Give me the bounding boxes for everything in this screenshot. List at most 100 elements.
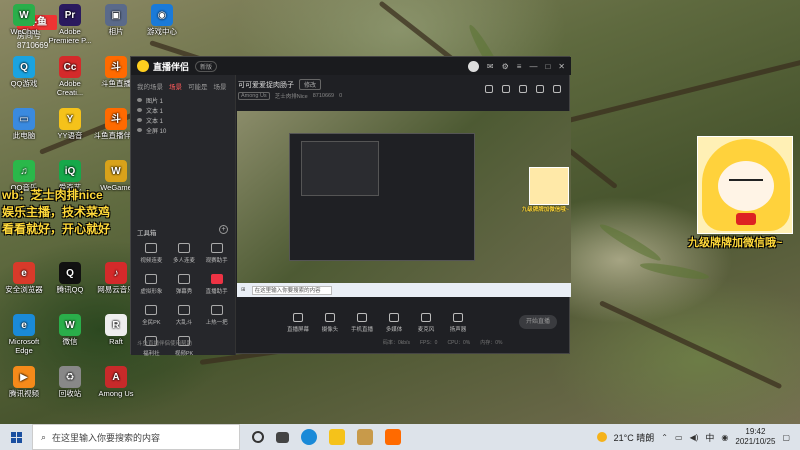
tool-item[interactable]: 大乱斗 [168,305,201,326]
desktop-icon-label: Among Us [98,389,134,398]
stat-item: CPU：0% [447,340,471,346]
desktop-icon[interactable]: W 微信 [46,314,94,346]
desktop-icon[interactable]: ♻ 回收站 [46,366,94,398]
desktop-icon[interactable]: ▶ 腾讯视频 [0,366,48,398]
control-button[interactable]: 多媒体 [383,313,405,333]
notification-icon[interactable]: ▢ [782,433,790,442]
header-icons [485,85,561,93]
desktop-icon[interactable]: ◉ 游戏中心 [138,4,186,36]
minimize-icon[interactable]: — [529,62,537,71]
app-icon: e [13,314,35,336]
tool-item[interactable]: 弹幕秀 [168,274,201,295]
tool-item[interactable]: 视频连麦 [135,243,168,264]
control-button[interactable]: 麦克风 [415,313,437,333]
streaming-app-window[interactable]: 直播伴侣 新版 ✉ ⚙ ≡ — □ ✕ 我的场景 场景 可能是 场景 图片 1 … [130,56,571,357]
yy-icon[interactable] [329,429,345,445]
eye-icon[interactable] [137,128,142,132]
layer-label: 图片 1 [146,98,164,105]
control-button[interactable]: 手机直播 [351,313,373,333]
desktop-icon[interactable]: A Among Us [92,366,140,398]
tool-icon [210,305,223,315]
app-icon: iQ [59,160,81,182]
desktop-icon[interactable]: ▭ 此电脑 [0,108,48,140]
share-icon[interactable] [553,85,561,93]
lock-icon[interactable] [519,85,527,93]
chevron-up-icon[interactable]: ⌃ [661,433,668,442]
layer-item[interactable]: 文本 1 [131,105,235,115]
layer-label: 文本 1 [146,118,164,125]
tool-item[interactable]: 观赛助手 [200,243,233,264]
cortana-icon[interactable] [252,431,264,443]
add-tool-icon[interactable]: + [219,225,228,234]
start-button[interactable] [0,424,32,450]
help-link[interactable]: 斗鱼直播伴侣使用帮助 [137,339,192,347]
ime-indicator[interactable]: 中 [705,431,714,444]
eye-icon[interactable] [137,118,142,122]
menu-icon[interactable]: ≡ [517,62,522,71]
tool-item[interactable]: 直播助手 [200,274,233,295]
tab-scene[interactable]: 场景 [169,81,182,91]
desktop-icon[interactable]: e 安全浏览器 [0,262,48,294]
app-name: 直播伴侣 [153,61,190,72]
room-title-bar: 可可爱爱捉肉肠子 修改 [238,79,322,90]
stream-preview[interactable]: 九级牌牌加微信哦~ ⊞ 在这里输入你要搜索的内容 [237,111,571,297]
close-icon[interactable]: ✕ [558,62,565,71]
overlay-weibo: wb：芝士肉排nice [2,188,103,202]
tool-item[interactable]: 全民PK [135,305,168,326]
eye-icon[interactable] [137,98,142,102]
category-tag[interactable]: Among Us [238,92,270,100]
settings-icon[interactable]: ⚙ [502,62,509,71]
desktop-icon[interactable]: W WeChat [0,4,48,36]
tool-item[interactable]: 上热一把 [200,305,233,326]
edge-icon[interactable] [301,429,317,445]
app-tray-icon[interactable]: ◉ [721,433,728,442]
app-icon: R [105,314,127,336]
weather-icon [596,432,607,442]
clock[interactable]: 19:42 2021/10/25 [735,427,775,447]
screenshot-icon[interactable] [502,85,510,93]
search-placeholder: 在这里输入你要搜索的内容 [52,432,161,443]
layer-item[interactable]: 图片 1 [131,95,235,105]
bell-icon[interactable] [536,85,544,93]
desktop-icon[interactable]: Q 腾讯QQ [46,262,94,294]
control-button[interactable]: 扬声器 [447,313,469,333]
taskbar-search[interactable]: ⌕ 在这里输入你要搜索的内容 [32,424,240,450]
message-icon[interactable]: ✉ [487,62,494,71]
task-view-icon[interactable] [276,431,289,443]
edit-room-button[interactable]: 修改 [299,79,322,90]
tool-label: 多人连麦 [172,258,195,264]
control-button[interactable]: 摄像头 [319,313,341,333]
tab-my-scenes[interactable]: 我的场景 [137,81,163,91]
control-button[interactable]: 直播屏幕 [287,313,309,333]
maximize-icon[interactable]: □ [545,62,550,71]
desktop-icon[interactable]: Pr Adobe Premiere P... [46,4,94,45]
volume-icon[interactable]: ◀) [690,433,699,442]
desktop-icon[interactable]: Cc Adobe Creati... [46,56,94,97]
douyu-icon[interactable] [385,429,401,445]
control-icon [453,313,463,322]
tab-scene-2[interactable]: 可能是 [188,81,208,91]
control-label: 手机直播 [351,327,374,333]
layer-item[interactable]: 文本 1 [131,115,235,125]
desktop-icon[interactable]: e Microsoft Edge [0,314,48,355]
game-icon[interactable] [357,429,373,445]
tool-label: 虚拟形象 [140,289,163,295]
tool-icon [210,243,223,253]
app-icon: Q [59,262,81,284]
version-badge[interactable]: 新版 [195,60,218,72]
eye-icon[interactable] [137,108,142,112]
app-titlebar[interactable]: 直播伴侣 新版 ✉ ⚙ ≡ — □ ✕ [131,57,571,75]
avatar[interactable] [467,60,479,72]
tab-scene-3[interactable]: 场景 [214,81,227,91]
desktop-icon[interactable]: Y YY语音 [46,108,94,140]
tool-icon [210,274,223,284]
tool-item[interactable]: 多人连麦 [168,243,201,264]
desktop-icon[interactable]: Q QQ游戏 [0,56,48,88]
desktop-icon[interactable]: ▣ 相片 [92,4,140,36]
start-stream-button[interactable]: 开始直播 [519,315,557,329]
tool-item[interactable]: 虚拟形象 [135,274,168,295]
weather-text[interactable]: 21°C 晴朗 [614,431,655,444]
layer-item[interactable]: 全屏 10 [131,125,235,135]
network-icon[interactable]: ▭ [675,433,683,442]
record-icon[interactable] [485,85,493,93]
